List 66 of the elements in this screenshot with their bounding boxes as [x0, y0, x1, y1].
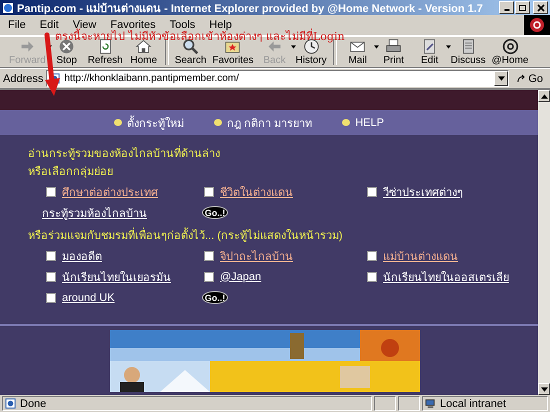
- toolbar-button[interactable]: Discuss: [448, 37, 489, 67]
- go-button[interactable]: Go: [512, 70, 547, 86]
- stop-icon: [58, 38, 76, 55]
- forum-link[interactable]: นักเรียนไทยในเยอรมัน: [62, 268, 171, 286]
- checkbox[interactable]: [204, 250, 214, 260]
- nav-link[interactable]: กฎ กติกา มารยาท: [214, 114, 312, 132]
- forum-link[interactable]: วีซ่าประเทศต่างๆ: [383, 182, 463, 200]
- checkbox[interactable]: [204, 186, 214, 196]
- forum-link[interactable]: around UK: [62, 292, 115, 304]
- menu-item[interactable]: Favorites: [108, 19, 158, 31]
- toolbar-button[interactable]: Edit: [412, 37, 448, 67]
- forum-link[interactable]: แม่บ้านต่างแดน: [383, 246, 458, 264]
- nav-link[interactable]: ตั้งกระทู้ใหม่: [114, 114, 184, 132]
- address-label: Address: [3, 72, 44, 84]
- forum-link[interactable]: กระทู้รวมห้องไกลบ้าน: [42, 204, 147, 222]
- toolbar-button[interactable]: @Home: [488, 37, 532, 67]
- dropdown-button[interactable]: [494, 71, 508, 86]
- go-button[interactable]: Go..!: [202, 291, 228, 304]
- forum-link[interactable]: จิปาถะไกลบ้าน: [220, 246, 293, 264]
- section-heading: หรือร่วมแจมกับชมรมที่เพื่อนๆก่อตั้งไว้... (กระทู้ไม่แสดงในหน้ารวม): [28, 227, 538, 245]
- zone-text: Local intranet: [440, 398, 506, 410]
- scroll-down-button[interactable]: [538, 383, 550, 395]
- scroll-up-button[interactable]: [538, 90, 550, 102]
- checkbox[interactable]: [46, 250, 56, 260]
- checkbox[interactable]: [46, 272, 56, 282]
- section-heading: หรือเลือกกลุ่มย่อย: [28, 164, 114, 180]
- checkbox[interactable]: [46, 186, 56, 196]
- minimize-button[interactable]: [499, 1, 514, 14]
- forum-link[interactable]: ศึกษาต่อต่างประเทศ: [62, 182, 158, 200]
- down-caret-icon: [540, 386, 548, 392]
- go-button[interactable]: Go..!: [202, 206, 228, 219]
- status-pane: [398, 396, 420, 411]
- checkbox[interactable]: [46, 292, 56, 302]
- globe-page-icon: [2, 2, 14, 14]
- go-arrow-icon: [516, 74, 526, 84]
- close-button[interactable]: [533, 1, 548, 14]
- close-icon: [536, 2, 546, 12]
- minimize-icon: [504, 9, 510, 11]
- menu-item[interactable]: Tools: [168, 19, 198, 31]
- menu-item[interactable]: File: [6, 19, 28, 31]
- printer-icon: [385, 38, 402, 55]
- checkbox[interactable]: [367, 272, 377, 282]
- caret-icon: [498, 76, 505, 81]
- up-caret-icon: [540, 94, 548, 98]
- forum-link[interactable]: มองอดีต: [62, 246, 102, 264]
- checkbox[interactable]: [204, 272, 214, 282]
- annotation-text: ตรงนี้จะหายไป ไม่มีหัวข้อเลือกเข้าห้องต่างๆ และไม่มีที่Login: [55, 28, 345, 45]
- computer-icon: [425, 398, 436, 409]
- toolbar-button[interactable]: Print: [376, 37, 412, 67]
- status-text: Done: [20, 398, 46, 410]
- menu-item[interactable]: Edit: [38, 19, 61, 31]
- section-heading: อ่านกระทู้รวมของห้องไกลบ้านที่ด้านล่าง: [28, 145, 538, 163]
- address-field[interactable]: http://khonklaibann.pantipmember.com/: [46, 70, 510, 87]
- page-icon: [5, 398, 16, 409]
- maximize-icon: [518, 2, 528, 12]
- forum-link[interactable]: นักเรียนไทยในออสเตรเลีย: [383, 268, 509, 286]
- forum-link[interactable]: @Japan: [220, 270, 262, 282]
- forum-link[interactable]: ชีวิตในต่างแดน: [220, 182, 293, 200]
- menu-item[interactable]: Help: [207, 19, 234, 31]
- checkbox[interactable]: [367, 250, 377, 260]
- window-title: Pantip.com - แม่บ้านต่างแดน - Internet Explorer provided by @Home Network - Version 1.7: [17, 2, 484, 16]
- nav-link[interactable]: HELP: [342, 116, 384, 128]
- checkbox[interactable]: [367, 186, 377, 196]
- scrollbar[interactable]: [538, 90, 550, 395]
- maximize-button[interactable]: [515, 1, 530, 14]
- status-pane: [374, 396, 396, 411]
